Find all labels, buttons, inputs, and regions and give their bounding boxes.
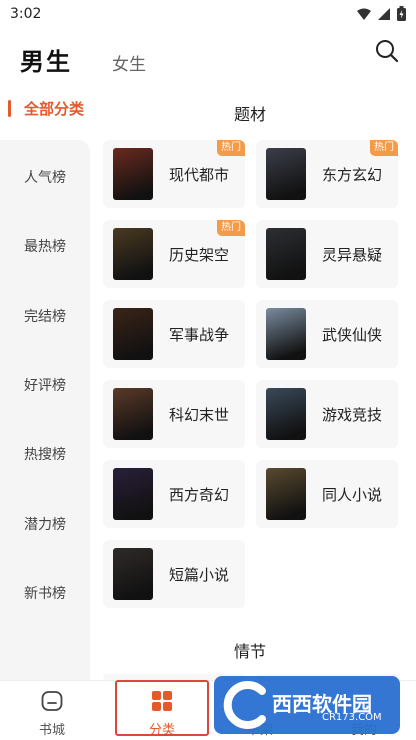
category-label: 武侠仙侠 bbox=[322, 326, 383, 344]
category-card[interactable]: 灵异悬疑 bbox=[256, 220, 398, 288]
nav-label-bookstore: 书城 bbox=[38, 723, 65, 738]
book-cover-image bbox=[113, 148, 153, 200]
category-label: 短篇小说 bbox=[169, 566, 230, 584]
category-card[interactable]: 军事战争 bbox=[103, 300, 245, 368]
category-label: 西方奇幻 bbox=[169, 486, 230, 504]
book-cover-image bbox=[266, 388, 306, 440]
book-cover-image bbox=[113, 548, 153, 600]
home-icon bbox=[41, 691, 63, 711]
active-indicator bbox=[8, 100, 11, 117]
hot-badge: 热门 bbox=[217, 220, 245, 236]
section-title-theme: 题材 bbox=[233, 105, 266, 124]
category-label: 灵异悬疑 bbox=[322, 246, 383, 264]
sidebar-item-hottest[interactable]: 最热榜 bbox=[0, 227, 90, 267]
section-title-plot: 情节 bbox=[233, 642, 266, 661]
category-card[interactable]: 现代都市 热门 bbox=[103, 140, 245, 208]
tab-female[interactable]: 女生 bbox=[112, 50, 146, 75]
category-label: 游戏竞技 bbox=[322, 406, 383, 424]
wifi-icon bbox=[357, 8, 371, 20]
sidebar-item-top-rated[interactable]: 好评榜 bbox=[0, 366, 90, 406]
sidebar-item-hot-search[interactable]: 热搜榜 bbox=[0, 435, 90, 475]
sidebar-item-completed[interactable]: 完结榜 bbox=[0, 297, 90, 337]
category-card[interactable]: 科幻末世 bbox=[103, 380, 245, 448]
category-label: 军事战争 bbox=[169, 326, 230, 344]
status-bar: 3:02 bbox=[0, 0, 416, 30]
category-card[interactable]: 东方玄幻 热门 bbox=[256, 140, 398, 208]
watermark-c-icon bbox=[223, 681, 266, 729]
category-label: 现代都市 bbox=[169, 166, 230, 184]
category-label: 东方玄幻 bbox=[322, 166, 383, 184]
category-card[interactable]: 游戏竞技 bbox=[256, 380, 398, 448]
category-label: 同人小说 bbox=[322, 486, 383, 504]
sidebar-all-label: 全部分类 bbox=[24, 100, 85, 118]
book-cover-image bbox=[266, 468, 306, 520]
tab-male[interactable]: 男生 bbox=[20, 42, 72, 77]
sidebar: 人气榜 最热榜 完结榜 好评榜 热搜榜 潜力榜 新书榜 bbox=[0, 140, 90, 680]
status-time: 3:02 bbox=[10, 6, 42, 22]
nav-item-bookstore[interactable]: 书城 bbox=[0, 681, 104, 740]
category-card[interactable]: 西方奇幻 bbox=[103, 460, 245, 528]
category-card[interactable]: 短篇小说 bbox=[103, 540, 245, 608]
category-label: 历史架空 bbox=[169, 246, 230, 264]
header: 男生 女生 bbox=[0, 30, 416, 90]
category-card[interactable]: 同人小说 bbox=[256, 460, 398, 528]
search-icon[interactable] bbox=[374, 38, 400, 64]
book-cover-image bbox=[266, 148, 306, 200]
sidebar-item-new-books[interactable]: 新书榜 bbox=[0, 574, 90, 614]
battery-icon bbox=[397, 6, 406, 21]
book-cover-image bbox=[113, 308, 153, 360]
book-cover-image bbox=[113, 388, 153, 440]
hot-badge: 热门 bbox=[217, 140, 245, 156]
category-card[interactable]: 历史架空 热门 bbox=[103, 220, 245, 288]
hot-badge: 热门 bbox=[370, 140, 398, 156]
signal-icon bbox=[378, 7, 390, 20]
book-cover-image bbox=[266, 228, 306, 280]
category-card[interactable]: 武侠仙侠 bbox=[256, 300, 398, 368]
category-label: 科幻末世 bbox=[169, 406, 230, 424]
sidebar-item-all[interactable]: 全部分类 bbox=[0, 96, 90, 120]
active-tab-highlight bbox=[115, 680, 209, 736]
sidebar-item-potential[interactable]: 潜力榜 bbox=[0, 505, 90, 545]
watermark-sub: CR173.COM bbox=[322, 712, 382, 723]
sidebar-item-popular[interactable]: 人气榜 bbox=[0, 158, 90, 198]
book-cover-image bbox=[266, 308, 306, 360]
status-icons bbox=[357, 6, 406, 21]
book-cover-image bbox=[113, 228, 153, 280]
book-cover-image bbox=[113, 468, 153, 520]
